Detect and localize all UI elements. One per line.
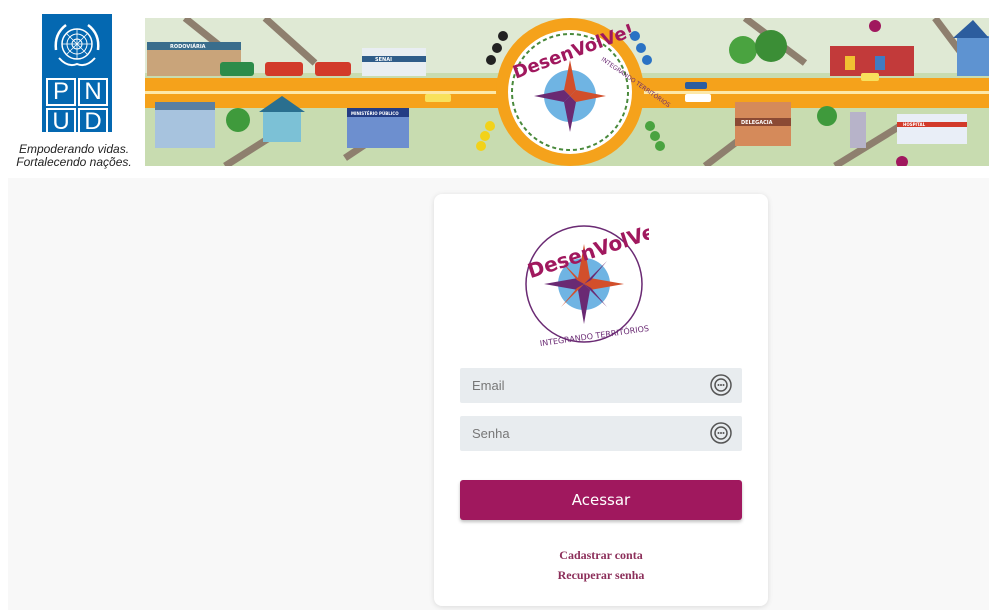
desenvolve-logo: DesenVolVe! INTEGRANDO TERRITÓRIOS xyxy=(525,216,649,346)
un-emblem-icon xyxy=(54,24,100,67)
desenvolve-banner: RODOVIÁRIA SENAI MINISTÉRIO PÚBLICO Dese… xyxy=(145,18,989,166)
recuperar-senha-link[interactable]: Recuperar senha xyxy=(434,568,768,583)
password-manager-icon[interactable] xyxy=(710,422,732,444)
undp-logo: P N U D xyxy=(42,14,112,136)
svg-text:MINISTÉRIO PÚBLICO: MINISTÉRIO PÚBLICO xyxy=(351,111,399,116)
undp-letter: P xyxy=(46,78,76,106)
svg-text:DELEGACIA: DELEGACIA xyxy=(741,120,773,126)
senha-input[interactable] xyxy=(460,416,724,451)
cadastrar-conta-link[interactable]: Cadastrar conta xyxy=(434,548,768,563)
undp-letter: D xyxy=(78,108,108,136)
tagline-line-2: Fortalecendo nações. xyxy=(16,155,132,169)
svg-text:SENAI: SENAI xyxy=(375,57,392,63)
undp-letters: P N U D xyxy=(46,78,108,136)
acessar-button[interactable]: Acessar xyxy=(460,480,742,520)
undp-tagline: Empoderando vidas. Fortalecendo nações. xyxy=(10,143,138,169)
email-field[interactable] xyxy=(460,368,742,403)
email-input[interactable] xyxy=(460,368,724,403)
password-manager-icon[interactable] xyxy=(710,374,732,396)
undp-letter: U xyxy=(46,108,76,136)
undp-letter: N xyxy=(78,78,108,106)
svg-text:HOSPITAL: HOSPITAL xyxy=(903,122,926,127)
login-card: DesenVolVe! INTEGRANDO TERRITÓRIOS Acess… xyxy=(434,194,768,606)
senha-field[interactable] xyxy=(460,416,742,451)
svg-text:RODOVIÁRIA: RODOVIÁRIA xyxy=(170,43,206,50)
